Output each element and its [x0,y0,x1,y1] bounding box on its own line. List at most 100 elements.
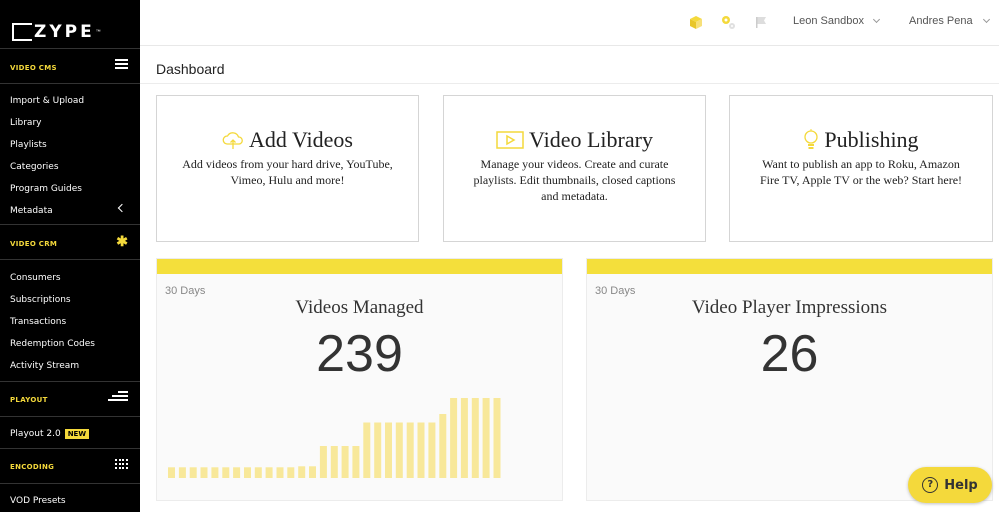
user-menu[interactable]: Andres Pena [909,15,973,27]
desc-line: Vimeo, Hulu and more! [230,173,345,187]
help-label: Help [944,477,978,493]
stat-value: 26 [760,325,819,383]
card-video-library[interactable]: Video Library Manage your videos. Create… [443,95,706,242]
gears-icon[interactable] [720,14,736,30]
asterisk-icon: ✱ [116,233,128,249]
chart-bar [460,398,468,478]
logo-text: ZYPE [34,22,95,42]
desc-line: Fire TV, Apple TV or the web? Start here… [759,173,963,187]
card-description: Want to publish an app to Roku, Amazon F… [742,156,980,188]
nav-redemption-codes[interactable]: Redemption Codes [10,339,95,349]
chart-bar [341,446,349,478]
account-switcher[interactable]: Leon Sandbox [793,15,864,27]
nav-activity-stream[interactable]: Activity Stream [10,361,79,371]
chart-bar [178,467,186,478]
chart-bar [211,467,219,478]
stat-video-player-impressions: 30 Days Video Player Impressions 26 [586,258,993,501]
chart-bar [439,414,447,478]
grid-icon [115,459,128,470]
desc-line: and metadata. [541,189,608,203]
new-badge: NEW [64,429,90,439]
flag-icon[interactable] [753,14,769,30]
chart-bar [482,398,490,478]
card-title-text: Video Library [529,127,653,152]
section-title: VIDEO CMS [10,64,57,72]
chart-bar [309,466,316,478]
chart-bar [406,422,414,478]
section-title: PLAYOUT [10,396,48,404]
card-title-text: Add Videos [249,127,353,152]
zype-logo[interactable]: ZYPE ™ [12,22,101,42]
chart-bar [222,467,230,478]
chart-bar [265,467,273,478]
logo-mark [12,23,32,41]
nav-playout-2[interactable]: Playout 2.0 NEW [10,429,90,439]
chevron-down-icon[interactable] [982,15,991,24]
chevron-down-icon[interactable] [872,15,881,24]
chart-bar [287,467,295,478]
play-box-icon [496,131,524,149]
chart-bar [298,466,306,478]
chart-bar [330,446,338,478]
chart-bar [352,446,360,478]
chart-bar [363,422,371,478]
desc-line: Want to publish an app to Roku, Amazon [762,157,960,171]
nav-transactions[interactable]: Transactions [10,317,66,327]
card-title: Publishing [730,127,992,153]
stat-title: Video Player Impressions [691,297,888,318]
nav-vod-presets[interactable]: VOD Presets [10,496,66,506]
chart-bar [450,398,458,478]
stat-videos-managed: 30 Days Videos Managed 239 [156,258,563,501]
chart-bar [395,422,403,478]
nav-playlists[interactable]: Playlists [10,140,47,150]
chevron-left-icon[interactable] [117,203,127,213]
nav-label: Playout 2.0 [10,429,61,439]
chart-bar [374,422,382,478]
chart-bar [189,467,197,478]
hamburger-icon[interactable] [115,59,128,71]
desc-line: playlists. Edit thumbnails, closed capti… [473,173,676,187]
chart-bar [493,398,501,478]
question-icon: ? [922,477,939,493]
nav-categories[interactable]: Categories [10,162,59,172]
chart-bar [428,422,436,478]
top-bar: Leon Sandbox Andres Pena [140,0,999,46]
chart-bar [254,467,262,478]
chart-bar [168,467,175,478]
stat-period: 30 Days [165,285,206,297]
chart-bar [233,467,241,478]
card-add-videos[interactable]: Add Videos Add videos from your hard dri… [156,95,419,242]
chart-bar [385,422,392,478]
chart-bar [200,467,208,478]
stat-value: 239 [316,325,403,383]
chart-bar [417,422,425,478]
box-icon[interactable] [688,14,704,30]
card-title-text: Publishing [824,127,919,152]
nav-library[interactable]: Library [10,118,41,128]
card-description: Manage your videos. Create and curate pl… [456,156,693,204]
logo-trademark: ™ [95,29,101,35]
page-title: Dashboard [156,61,225,77]
nav-metadata[interactable]: Metadata [10,206,53,216]
chart-bar [471,398,479,478]
stat-period: 30 Days [595,285,636,297]
card-title: Video Library [444,127,705,153]
divider [140,83,999,84]
section-title: VIDEO CRM [10,240,58,248]
stat-title: Videos Managed [295,297,424,318]
chart-bar [244,467,251,478]
cloud-upload-icon [222,132,243,149]
nav-program-guides[interactable]: Program Guides [10,184,82,194]
sidebar: ZYPE ™ VIDEO CMS Import & Upload Library … [0,0,140,512]
desc-line: Manage your videos. Create and curate [480,157,669,171]
desc-line: Add videos from your hard drive, YouTube… [182,157,393,171]
chart-bar [276,467,284,478]
nav-import-upload[interactable]: Import & Upload [10,96,84,106]
help-button[interactable]: ? Help [908,467,992,503]
nav-subscriptions[interactable]: Subscriptions [10,295,71,305]
chart-bar [319,446,327,478]
card-publishing[interactable]: Publishing Want to publish an app to Rok… [729,95,993,242]
lightbulb-icon [804,129,819,149]
nav-consumers[interactable]: Consumers [10,273,61,283]
section-title: ENCODING [10,463,55,471]
